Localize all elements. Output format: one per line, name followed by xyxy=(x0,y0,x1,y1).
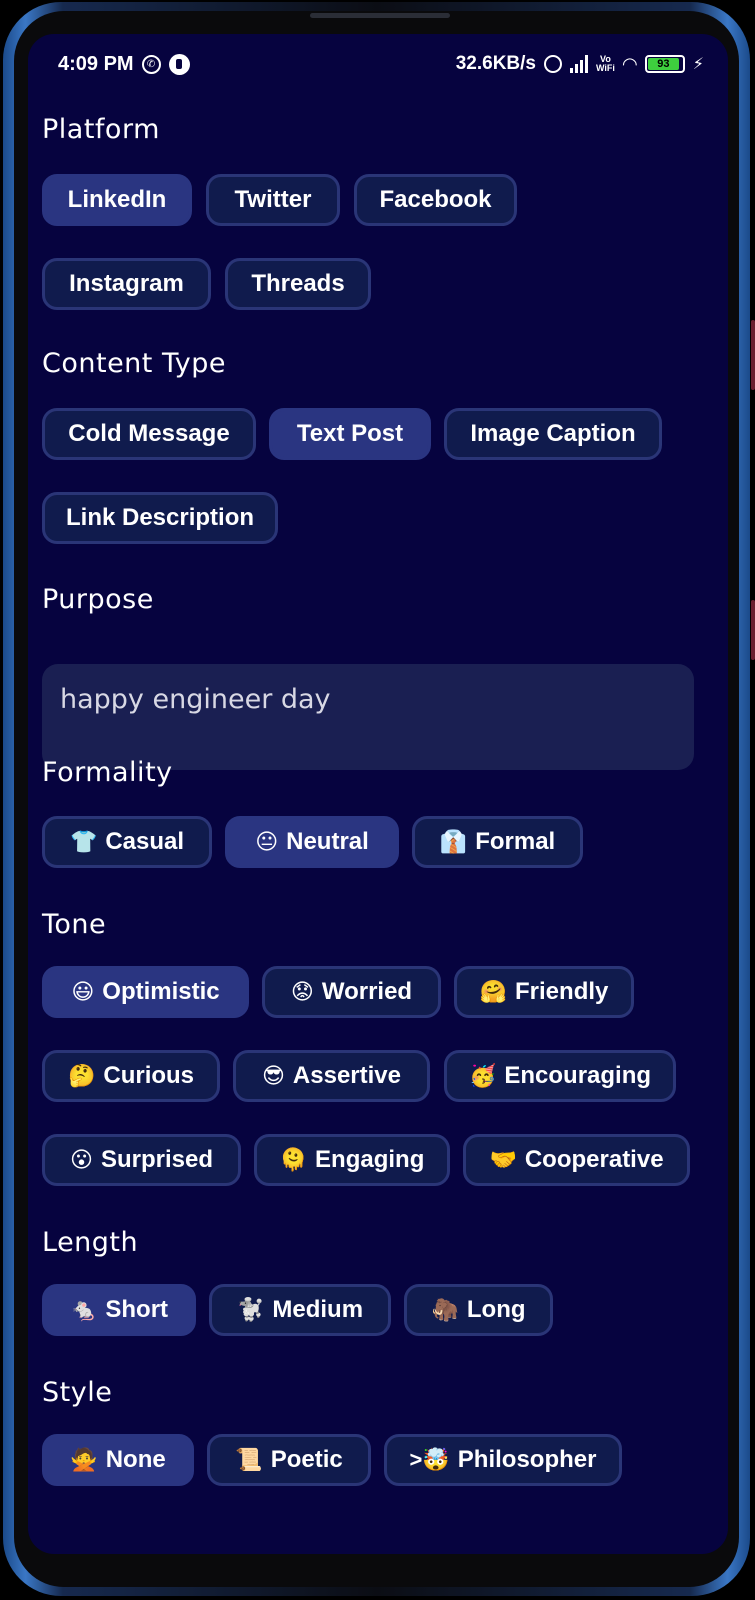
status-time: 4:09 PM xyxy=(58,53,134,75)
tone-chip-curious[interactable]: 🤔 Curious xyxy=(42,1050,220,1102)
content-type-title: Content Type xyxy=(42,348,226,379)
whatsapp-icon: ✆ xyxy=(141,55,161,74)
platform-chip-linkedin[interactable]: LinkedIn xyxy=(42,174,192,226)
length-title: Length xyxy=(42,1227,139,1258)
vowifi-icon: Vo WiFi xyxy=(596,54,615,73)
notification-app-icon xyxy=(168,54,190,75)
neutral-face-icon: 😐 xyxy=(255,829,279,854)
wifi-icon: ◠ xyxy=(622,53,637,74)
length-chip-short[interactable]: 🐁 Short xyxy=(42,1284,196,1336)
style-chip-none[interactable]: 🙅 None xyxy=(42,1434,194,1486)
tone-chip-encouraging[interactable]: 🥳 Encouraging xyxy=(444,1050,676,1102)
volume-button xyxy=(751,320,755,390)
content-type-chip-cold-message[interactable]: Cold Message xyxy=(42,408,256,460)
platform-chip-twitter[interactable]: Twitter xyxy=(206,174,340,226)
platform-title: Platform xyxy=(42,114,160,145)
platform-chip-instagram[interactable]: Instagram xyxy=(42,258,211,310)
tone-chip-assertive[interactable]: 😎 Assertive xyxy=(233,1050,430,1102)
formality-chip-casual[interactable]: 👕 Casual xyxy=(42,816,212,868)
style-chip-poetic[interactable]: 📜 Poetic xyxy=(207,1434,371,1486)
formality-chip-neutral[interactable]: 😐 Neutral xyxy=(225,816,399,868)
app-screen: 4:09 PM ✆ 32.6KB/s Vo WiFi ◠ 93 ⚡ Platfo… xyxy=(28,34,728,1554)
handshake-icon: 🤝 xyxy=(489,1147,517,1172)
shirt-icon: 👕 xyxy=(69,829,98,854)
content-type-chip-image-caption[interactable]: Image Caption xyxy=(444,408,662,460)
tone-chip-optimistic[interactable]: 😃 Optimistic xyxy=(42,966,249,1018)
necktie-icon: 👔 xyxy=(439,829,468,854)
alarm-icon xyxy=(544,55,562,73)
style-chip-philosopher[interactable]: >🤯 Philosopher xyxy=(384,1434,622,1486)
length-chip-long[interactable]: 🦣 Long xyxy=(404,1284,553,1336)
charging-icon: ⚡ xyxy=(692,56,704,73)
tone-chip-friendly[interactable]: 🤗 Friendly xyxy=(454,966,634,1018)
earpiece-speaker xyxy=(310,13,450,18)
tone-chip-surprised[interactable]: 😮 Surprised xyxy=(42,1134,241,1186)
length-chip-medium[interactable]: 🐩 Medium xyxy=(209,1284,391,1336)
mouse-icon: 🐁 xyxy=(69,1297,98,1322)
scroll-icon: 📜 xyxy=(235,1447,263,1472)
formality-chip-formal[interactable]: 👔 Formal xyxy=(412,816,583,868)
smiley-icon: 😃 xyxy=(71,979,95,1004)
content-type-chip-link-description[interactable]: Link Description xyxy=(42,492,278,544)
content-type-chip-text-post[interactable]: Text Post xyxy=(269,408,431,460)
tone-title: Tone xyxy=(42,909,107,940)
purpose-title: Purpose xyxy=(42,584,154,615)
style-title: Style xyxy=(42,1377,113,1408)
formality-title: Formality xyxy=(42,757,173,788)
purpose-input[interactable]: happy engineer day xyxy=(42,664,694,770)
exploding-head-icon: >🤯 xyxy=(409,1447,450,1472)
battery-icon: 93 xyxy=(644,55,685,73)
mammoth-icon: 🦣 xyxy=(431,1297,459,1322)
surprised-face-icon: 😮 xyxy=(70,1147,93,1172)
tone-chip-cooperative[interactable]: 🤝 Cooperative xyxy=(463,1134,690,1186)
battery-level: 93 xyxy=(647,58,680,70)
worried-face-icon: 😟 xyxy=(290,979,314,1004)
power-button xyxy=(751,600,755,660)
melting-face-icon: 🫠 xyxy=(279,1147,308,1172)
hugging-face-icon: 🤗 xyxy=(479,979,508,1004)
platform-chip-threads[interactable]: Threads xyxy=(225,258,371,310)
thinking-face-icon: 🤔 xyxy=(67,1063,96,1088)
platform-chip-facebook[interactable]: Facebook xyxy=(354,174,517,226)
poodle-icon: 🐩 xyxy=(236,1297,265,1322)
status-bar: 4:09 PM ✆ 32.6KB/s Vo WiFi ◠ 93 ⚡ xyxy=(28,34,728,94)
network-speed: 32.6KB/s xyxy=(455,53,536,74)
signal-icon xyxy=(570,55,588,73)
sunglasses-face-icon: 😎 xyxy=(261,1063,285,1088)
gesture-no-icon: 🙅 xyxy=(70,1447,98,1472)
tone-chip-engaging[interactable]: 🫠 Engaging xyxy=(254,1134,450,1186)
tone-chip-worried[interactable]: 😟 Worried xyxy=(262,966,441,1018)
party-face-icon: 🥳 xyxy=(468,1063,497,1088)
